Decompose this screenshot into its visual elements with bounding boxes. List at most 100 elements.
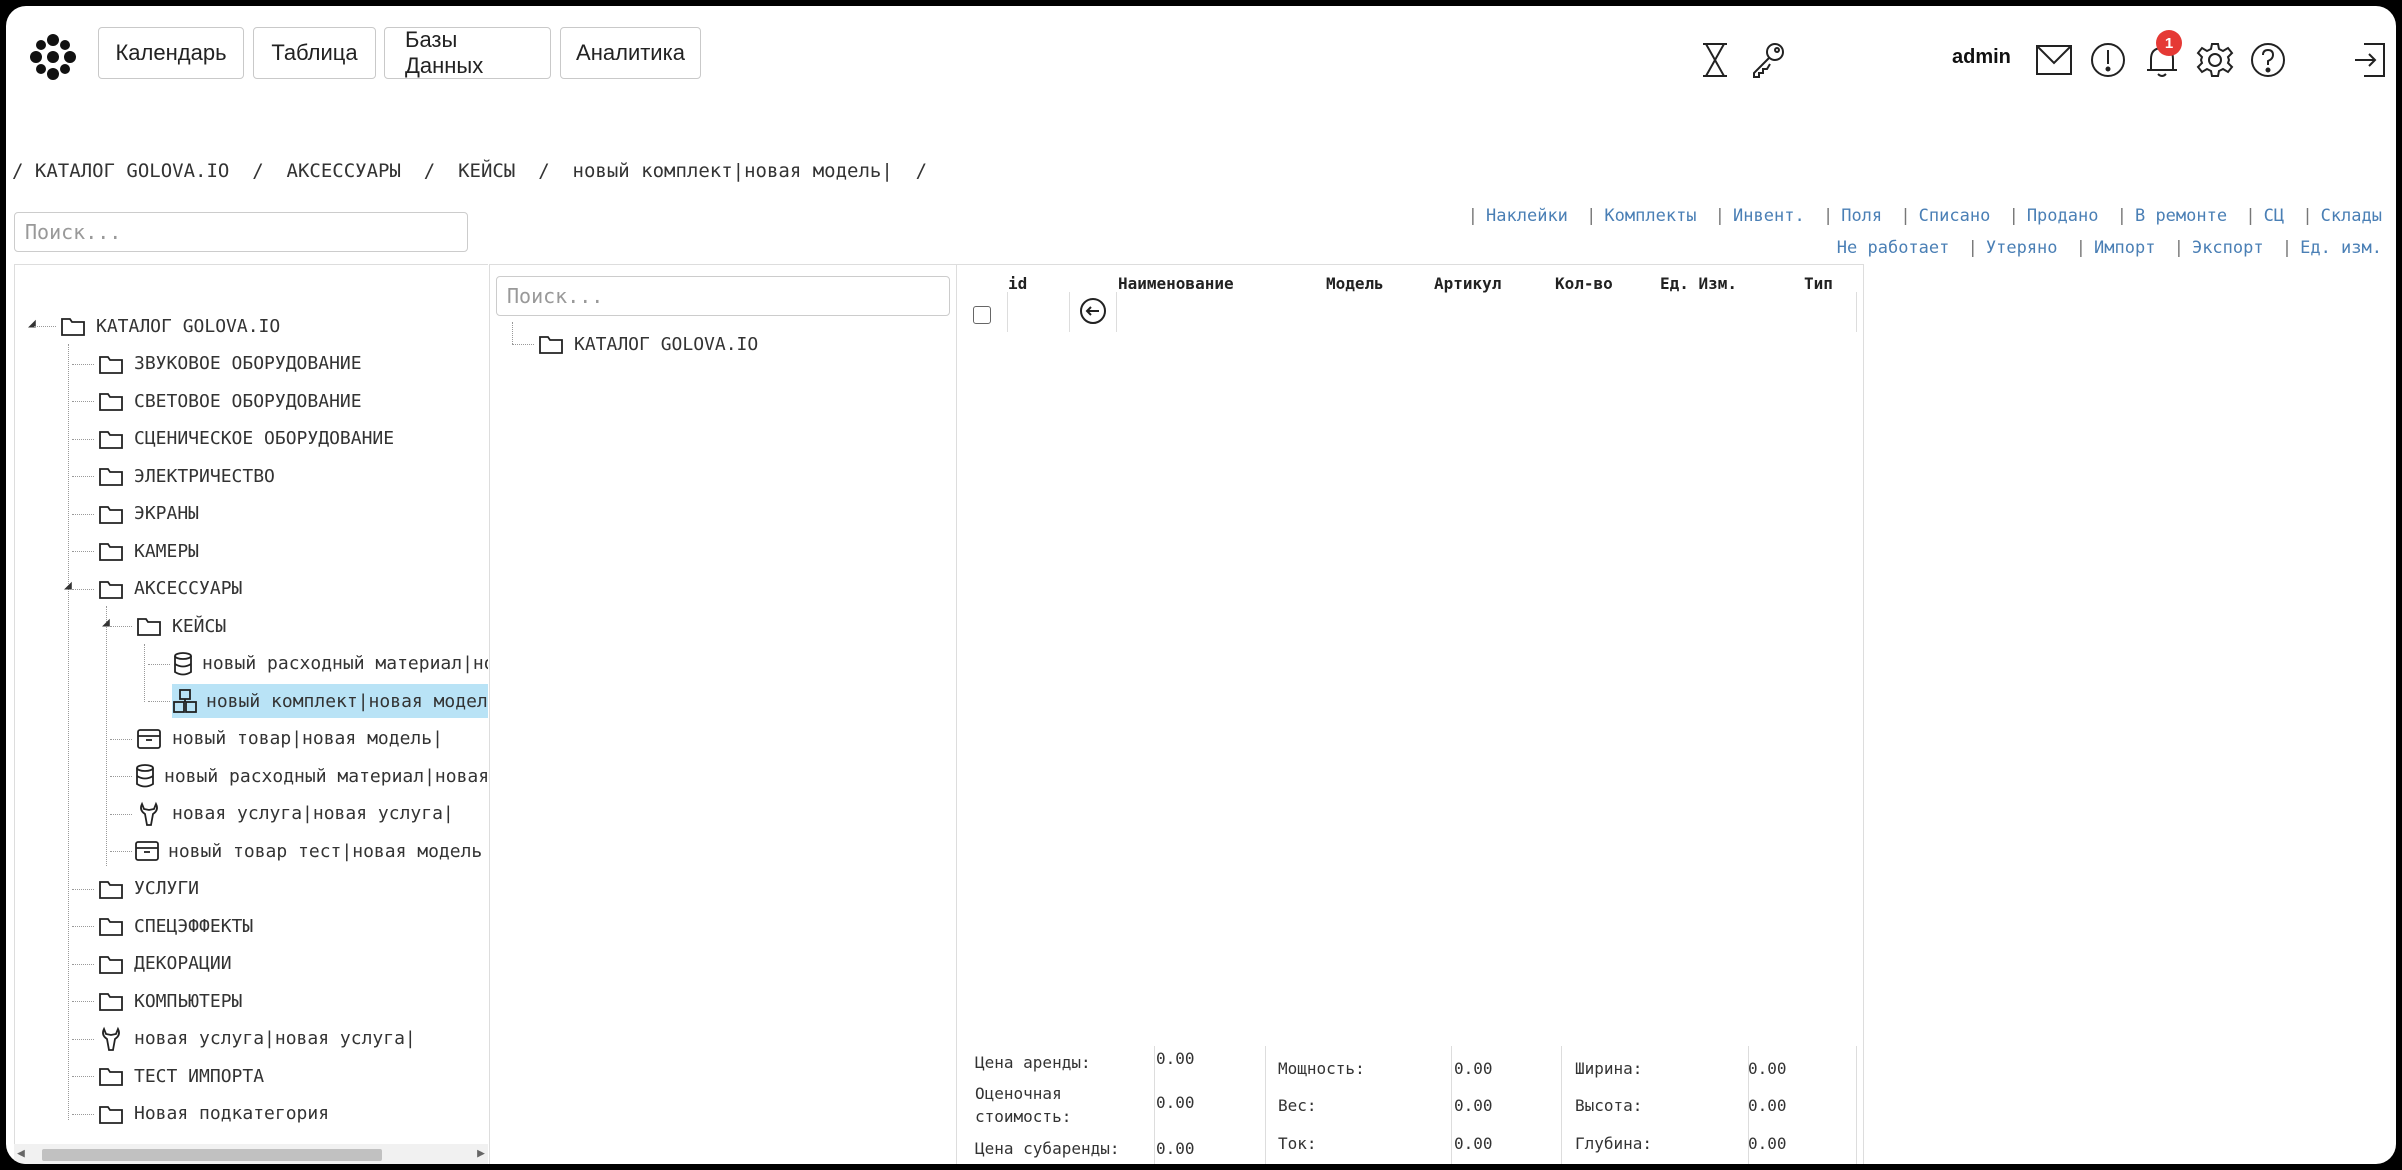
tree-category[interactable]: СПЕЦЭФФЕКТЫ [96,909,488,943]
prop-width-value: 0.00 [1748,1059,1787,1078]
wrench-icon [134,799,164,829]
tree-item[interactable]: новый комплект|новая модель| [172,684,488,718]
link-written-off[interactable]: Списано [1919,206,1991,226]
tree-label: ЗВУКОВОЕ ОБОРУДОВАНИЕ [134,353,362,374]
tree-horizontal-scrollbar[interactable]: ◀ ▶ [14,1144,488,1164]
folder-icon [96,1061,126,1091]
tree-label: СВЕТОВОЕ ОБОРУДОВАНИЕ [134,390,362,412]
tree-category[interactable]: ЭЛЕКТРИЧЕСТВО [96,459,488,493]
tree-label: КЕЙСЫ [172,615,227,637]
tree-item[interactable]: новая услуга|новая услуга| [134,797,488,831]
tree-item[interactable]: новый товар|новая модель| [134,722,488,756]
collapse-toggle-icon[interactable]: ◢ [28,316,36,331]
folder-icon [96,911,126,941]
tree-label: КОМПЬЮТЕРЫ [134,990,243,1012]
category-tree-root[interactable]: КАТАЛОГ GOLOVA.IO [536,327,758,361]
box-icon [134,836,160,866]
link-warehouses[interactable]: Склады [2321,206,2382,226]
breadcrumb[interactable]: / КАТАЛОГ GOLOVA.IO / АКСЕССУАРЫ / КЕЙСЫ… [12,160,927,182]
prop-current-value: 0.00 [1454,1134,1493,1153]
link-export[interactable]: Экспорт [2192,238,2264,258]
tree-category[interactable]: СВЕТОВОЕ ОБОРУДОВАНИЕ [96,384,488,418]
folder-icon [96,424,126,454]
help-icon[interactable] [2247,39,2289,81]
tree-category[interactable]: КЕЙСЫ [134,609,488,643]
tree-item[interactable]: новый товар тест|новая модель тест| [134,834,488,868]
col-id[interactable]: id [1008,274,1027,293]
mail-icon[interactable] [2033,39,2075,81]
user-name[interactable]: admin [1952,46,2011,69]
link-lost[interactable]: Утеряно [1986,238,2058,258]
tree-item[interactable]: новый расходный материал|новая модель| [134,759,488,793]
collapse-toggle-icon[interactable]: ◢ [102,615,110,630]
category-search-input[interactable] [496,276,950,316]
select-all-checkbox[interactable] [973,306,991,324]
cylinder-icon [172,649,194,679]
logout-icon[interactable] [2349,39,2391,81]
prop-subrent-price-label: Цена субаренды: [975,1139,1120,1158]
tree-category[interactable]: АКСЕССУАРЫ [96,572,488,606]
folder-icon [96,949,126,979]
tree-label: УСЛУГИ [134,878,200,899]
key-icon[interactable] [1747,39,1789,81]
link-not-working[interactable]: Не работает [1837,238,1950,258]
col-type[interactable]: Тип [1804,274,1833,293]
scroll-left-arrow-icon[interactable]: ◀ [17,1146,25,1161]
link-fields[interactable]: Поля [1841,206,1882,226]
col-name[interactable]: Наименование [1118,274,1234,293]
prop-height-value: 0.00 [1748,1096,1787,1115]
links-row-1: | Наклейки | Комплекты | Инвент. | Поля | Спи… [1467,206,2382,226]
tree-item[interactable]: новая услуга|новая услуга| [96,1022,488,1056]
undo-icon[interactable] [1078,296,1108,330]
prop-width-label: Ширина: [1575,1059,1643,1078]
scrollbar-thumb[interactable] [42,1149,382,1161]
prop-height-label: Высота: [1575,1096,1643,1115]
prop-current-label: Ток: [1278,1134,1317,1153]
tree-label: СЦЕНИЧЕСКОЕ ОБОРУДОВАНИЕ [134,428,395,449]
tree-category[interactable]: Новая подкатегория [96,1097,488,1131]
folder-icon [96,386,126,416]
col-article[interactable]: Артикул [1434,274,1501,293]
tree-category[interactable]: КОМПЬЮТЕРЫ [96,984,488,1018]
logo-icon[interactable] [28,32,78,82]
prop-weight-label: Вес: [1278,1096,1317,1115]
tree-root[interactable]: КАТАЛОГ GOLOVA.IO [58,309,280,343]
col-qty[interactable]: Кол-во [1555,274,1613,293]
tree-category[interactable]: СЦЕНИЧЕСКОЕ ОБОРУДОВАНИЕ [96,422,488,456]
alert-icon[interactable] [2087,39,2129,81]
tree-category[interactable]: ЗВУКОВОЕ ОБОРУДОВАНИЕ [96,347,488,381]
tree-label: ЭКРАНЫ [134,503,200,524]
tree-category[interactable]: ТЕСТ ИМПОРТА [96,1059,488,1093]
scroll-right-arrow-icon[interactable]: ▶ [477,1146,485,1161]
nav-analytics-button[interactable]: Аналитика [560,27,701,79]
col-unit[interactable]: Ед. Изм. [1660,274,1737,293]
link-units[interactable]: Ед. изм. [2300,238,2382,258]
tree-item[interactable]: новый расходный материал|новая модель| [172,647,488,681]
gear-icon[interactable] [2194,39,2236,81]
link-sold[interactable]: Продано [2027,206,2099,226]
box-icon [134,724,164,754]
tree-label: новый комплект|новая модель| [206,690,488,712]
prop-est-cost-label-1: Оценочная [975,1084,1062,1103]
folder-icon [134,611,164,641]
nav-databases-button[interactable]: Базы Данных [384,27,551,79]
hourglass-icon[interactable] [1694,39,1736,81]
link-kits[interactable]: Комплекты [1604,206,1696,226]
link-service-center[interactable]: СЦ [2264,206,2284,226]
tree-category[interactable]: КАМЕРЫ [96,534,488,568]
prop-power-value: 0.00 [1454,1059,1493,1078]
prop-rent-price-label: Цена аренды: [975,1053,1091,1072]
col-model[interactable]: Модель [1326,274,1384,293]
nav-table-button[interactable]: Таблица [253,27,376,79]
app-window: Календарь Таблица Базы Данных Аналитика … [6,6,2396,1164]
search-input[interactable] [14,212,468,252]
collapse-toggle-icon[interactable]: ◢ [64,578,72,593]
link-stickers[interactable]: Наклейки [1486,206,1568,226]
link-in-repair[interactable]: В ремонте [2135,206,2227,226]
tree-category[interactable]: ЭКРАНЫ [96,497,488,531]
tree-category[interactable]: ДЕКОРАЦИИ [96,947,488,981]
nav-calendar-button[interactable]: Календарь [98,27,244,79]
link-inventory[interactable]: Инвент. [1733,206,1805,226]
tree-category[interactable]: УСЛУГИ [96,872,488,906]
link-import[interactable]: Импорт [2094,238,2155,258]
